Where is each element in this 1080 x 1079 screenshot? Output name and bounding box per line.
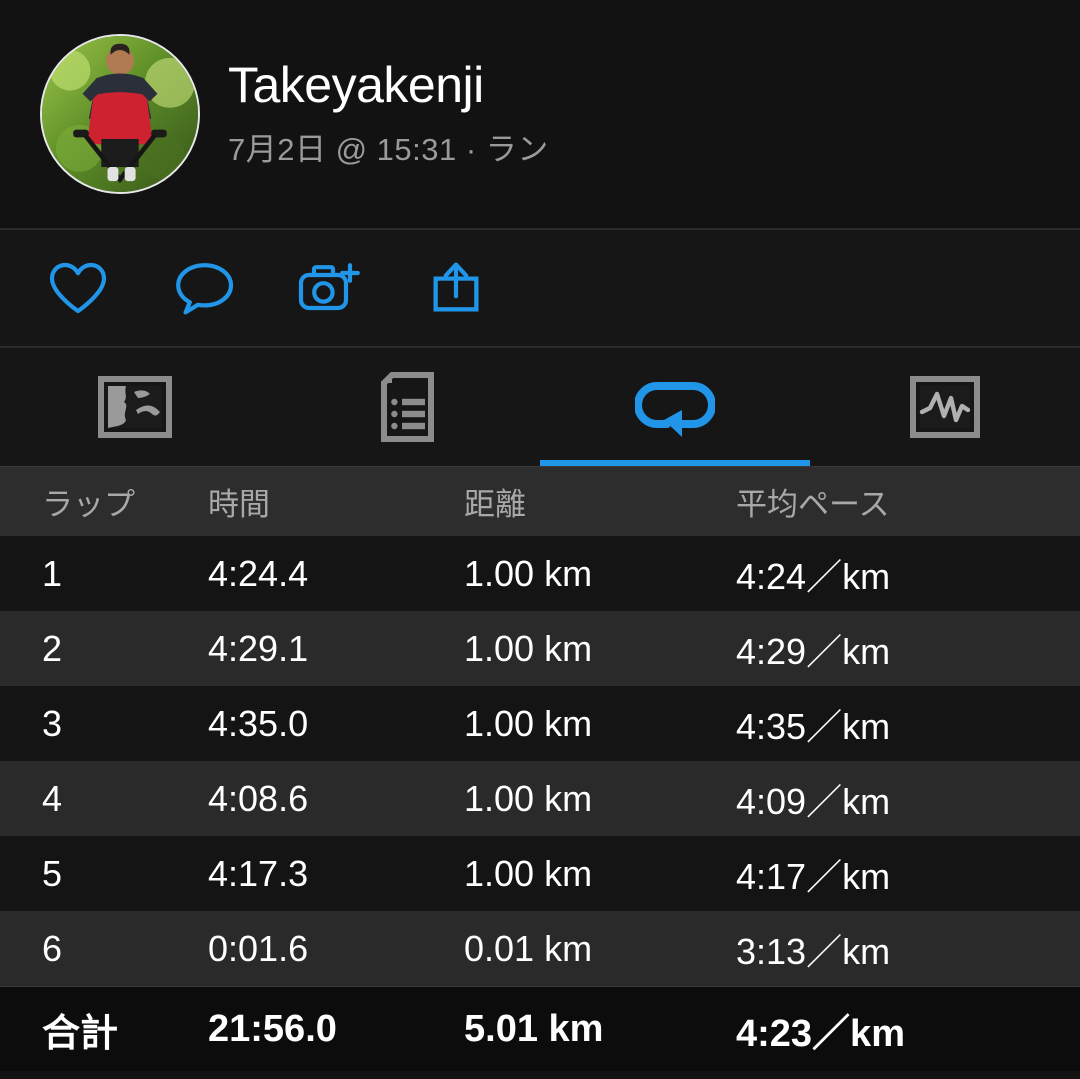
table-row[interactable]: 1 4:24.4 1.00 km 4:24／km [0,536,1080,611]
table-row[interactable]: 5 4:17.3 1.00 km 4:17／km [0,836,1080,911]
column-header-pace: 平均ペース [736,479,1080,524]
comment-button[interactable] [170,254,238,322]
lap-number: 5 [0,853,208,895]
lap-pace: 4:17／km [736,848,1080,900]
lap-pace: 3:13／km [736,923,1080,975]
lap-number: 4 [0,778,208,820]
document-list-icon [376,372,434,442]
tab-bar [0,348,1080,466]
lap-number: 2 [0,628,208,670]
add-photo-button[interactable] [296,254,364,322]
tab-map[interactable] [0,348,270,466]
total-distance: 5.01 km [464,1008,736,1051]
map-thumbnail-icon [98,376,172,438]
lap-distance: 1.00 km [464,703,736,745]
column-header-distance: 距離 [464,479,736,524]
lap-number: 1 [0,553,208,595]
lap-pace: 4:09／km [736,773,1080,825]
lap-number: 6 [0,928,208,970]
total-pace: 4:23／km [736,1002,1080,1057]
lap-distance: 1.00 km [464,553,736,595]
tab-laps[interactable] [540,348,810,466]
column-header-lap: ラップ [0,479,208,524]
athlete-header: Takeyakenji 7月2日 @ 15:31 · ラン [0,0,1080,228]
kudos-heart-icon [47,260,109,316]
column-header-time: 時間 [208,479,464,524]
lap-time: 4:35.0 [208,703,464,745]
athlete-name[interactable]: Takeyakenji [228,59,549,112]
comment-bubble-icon [173,260,235,316]
lap-time: 4:24.4 [208,553,464,595]
avatar[interactable] [40,34,200,194]
total-time: 21:56.0 [208,1008,464,1051]
action-bar [0,230,1080,346]
lap-distance: 1.00 km [464,778,736,820]
lap-loop-icon [635,375,715,439]
table-row[interactable]: 4 4:08.6 1.00 km 4:09／km [0,761,1080,836]
table-row[interactable]: 2 4:29.1 1.00 km 4:29／km [0,611,1080,686]
lap-time: 4:17.3 [208,853,464,895]
lap-number: 3 [0,703,208,745]
lap-distance: 0.01 km [464,928,736,970]
lap-pace: 4:29／km [736,623,1080,675]
active-tab-indicator [540,460,810,466]
table-row[interactable]: 3 4:35.0 1.00 km 4:35／km [0,686,1080,761]
lap-table: ラップ 時間 距離 平均ペース 1 4:24.4 1.00 km 4:24／km… [0,466,1080,1071]
lap-pace: 4:35／km [736,698,1080,750]
lap-distance: 1.00 km [464,853,736,895]
table-row[interactable]: 6 0:01.6 0.01 km 3:13／km [0,911,1080,986]
lap-distance: 1.00 km [464,628,736,670]
tab-analysis[interactable] [810,348,1080,466]
lap-time: 4:29.1 [208,628,464,670]
total-label: 合計 [0,1002,208,1057]
lap-table-header: ラップ 時間 距離 平均ペース [0,466,1080,536]
chart-graph-icon [910,376,980,438]
athlete-text-block: Takeyakenji 7月2日 @ 15:31 · ラン [228,59,549,169]
activity-meta: 7月2日 @ 15:31 · ラン [228,124,549,169]
lap-time: 0:01.6 [208,928,464,970]
kudos-button[interactable] [44,254,112,322]
share-icon [427,259,485,317]
lap-pace: 4:24／km [736,548,1080,600]
share-button[interactable] [422,254,490,322]
lap-table-total-row: 合計 21:56.0 5.01 km 4:23／km [0,986,1080,1071]
avatar-image [42,36,198,192]
tab-details[interactable] [270,348,540,466]
lap-time: 4:08.6 [208,778,464,820]
add-photo-camera-icon [297,260,363,316]
